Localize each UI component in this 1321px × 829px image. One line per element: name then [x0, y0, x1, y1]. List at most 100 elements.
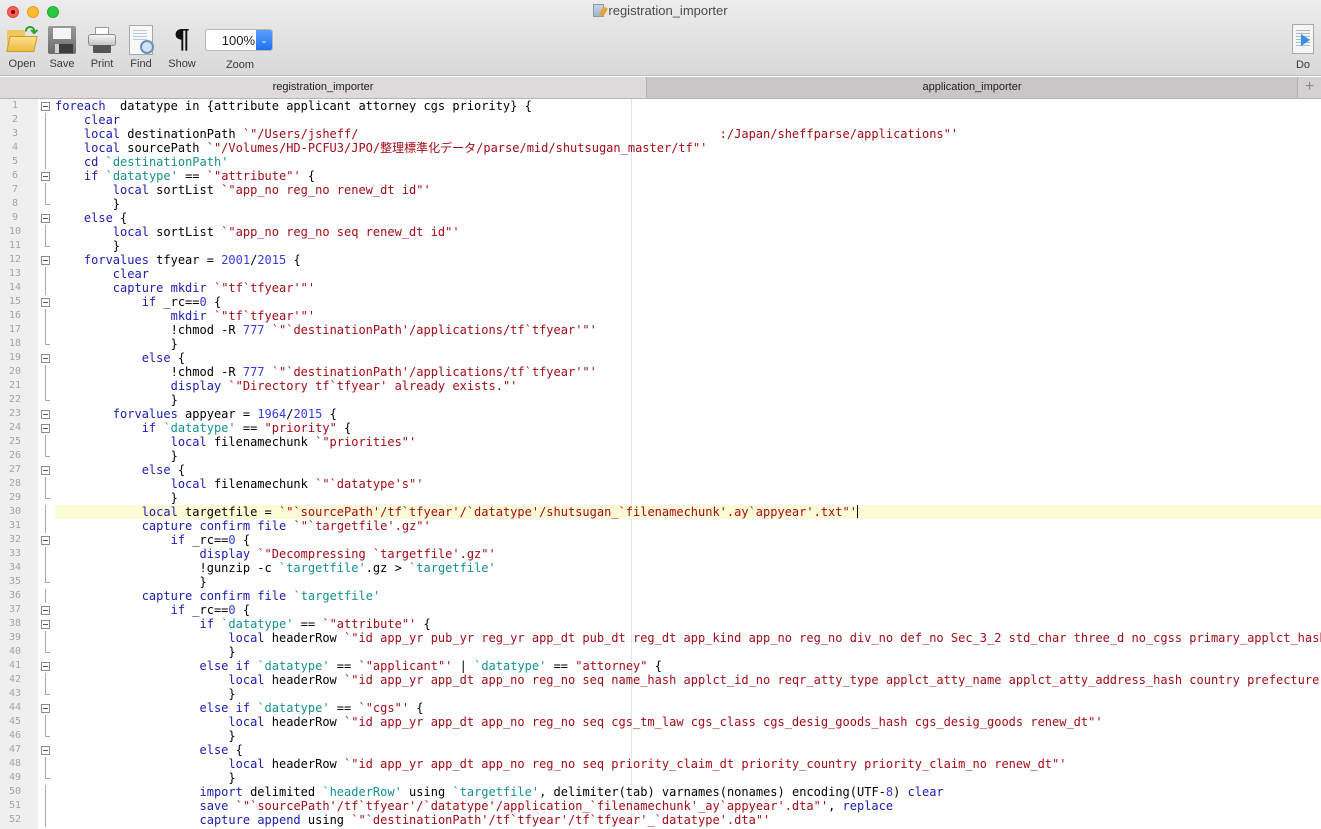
- code-line[interactable]: 48 local headerRow `"id app_yr app_dt ap…: [0, 757, 1321, 771]
- code-line[interactable]: 24 if `datatype' == "priority" {: [0, 421, 1321, 435]
- zoom-select[interactable]: 100% ⌄: [205, 29, 273, 51]
- fold-toggle-icon[interactable]: [41, 536, 50, 545]
- code-line[interactable]: 45 local headerRow `"id app_yr app_dt ap…: [0, 715, 1321, 729]
- fold-toggle-icon[interactable]: [41, 662, 50, 671]
- code-line[interactable]: 41 else if `datatype' == `"applicant"' |…: [0, 659, 1321, 673]
- code-line[interactable]: 46 }: [0, 729, 1321, 743]
- code-line[interactable]: 1 foreach datatype in {attribute applican…: [0, 99, 1321, 113]
- code-line[interactable]: 32 if _rc==0 {: [0, 533, 1321, 547]
- fold-toggle-icon[interactable]: [41, 354, 50, 363]
- code-line[interactable]: 44 else if `datatype' == `"cgs"' {: [0, 701, 1321, 715]
- line-number: 52: [8, 814, 22, 825]
- code-line[interactable]: 35 }: [0, 575, 1321, 589]
- code-line[interactable]: 50 import delimited `headerRow' using `t…: [0, 785, 1321, 799]
- code-line[interactable]: 47 else {: [0, 743, 1321, 757]
- code-line[interactable]: 33 display `"Decompressing `targetfile'.…: [0, 547, 1321, 561]
- fold-toggle-icon[interactable]: [41, 102, 50, 111]
- code-line[interactable]: 12 forvalues tfyear = 2001/2015 {: [0, 253, 1321, 267]
- code-line[interactable]: 3 local destinationPath `"/Users/jsheff/…: [0, 127, 1321, 141]
- code-text: }: [55, 645, 1321, 659]
- plain-token: _rc==: [156, 295, 200, 309]
- plain-token: }: [170, 337, 178, 351]
- tab-bar: registration_importer application_import…: [0, 77, 1321, 99]
- code-line[interactable]: 52 capture append using `"`destinationPa…: [0, 813, 1321, 827]
- open-button[interactable]: ↷ Open: [0, 24, 44, 70]
- str-token: `"`targetfile'.gz"': [293, 519, 431, 533]
- code-line[interactable]: 20 !chmod -R 777 `"`destinationPath'/app…: [0, 365, 1321, 379]
- code-line[interactable]: 17 !chmod -R 777 `"`destinationPath'/app…: [0, 323, 1321, 337]
- code-line[interactable]: 36 capture confirm file `targetfile': [0, 589, 1321, 603]
- code-editor[interactable]: 1 foreach datatype in {attribute applican…: [0, 99, 1321, 829]
- code-line[interactable]: 49 }: [0, 771, 1321, 785]
- kw-token: cd: [83, 155, 99, 169]
- code-line[interactable]: 34 !gunzip -c `targetfile'.gz > `targetf…: [0, 561, 1321, 575]
- code-line[interactable]: 8 }: [0, 197, 1321, 211]
- add-tab-button[interactable]: +: [1297, 77, 1321, 98]
- tab-application-importer[interactable]: application_importer: [646, 77, 1297, 98]
- show-button[interactable]: ¶ Show: [160, 24, 204, 70]
- code-line[interactable]: 22 }: [0, 393, 1321, 407]
- code-line[interactable]: 51 save `"`sourcePath'/tf`tfyear'/`datat…: [0, 799, 1321, 813]
- code-line[interactable]: 9 else {: [0, 211, 1321, 225]
- str-token: `"`destinationPath'/tf`tfyear'/tf`tfyear…: [351, 813, 771, 827]
- fold-toggle-icon[interactable]: [41, 704, 50, 713]
- code-line[interactable]: 11 }: [0, 239, 1321, 253]
- plain-token: }: [228, 771, 236, 785]
- fold-toggle-icon[interactable]: [41, 256, 50, 265]
- code-line[interactable]: 21 display `"Directory tf`tfyear' alread…: [0, 379, 1321, 393]
- code-line[interactable]: 5 cd `destinationPath': [0, 155, 1321, 169]
- code-text: !chmod -R 777 `"`destinationPath'/applic…: [55, 323, 1321, 337]
- num-token: 777: [242, 323, 265, 337]
- kw-token: local: [170, 477, 207, 491]
- code-line[interactable]: 16 mkdir `"tf`tfyear'"': [0, 309, 1321, 323]
- fold-toggle-icon[interactable]: [41, 466, 50, 475]
- code-line[interactable]: 19 else {: [0, 351, 1321, 365]
- code-line[interactable]: 27 else {: [0, 463, 1321, 477]
- find-button[interactable]: Find: [119, 24, 163, 70]
- code-line[interactable]: 14 capture mkdir `"tf`tfyear'"': [0, 281, 1321, 295]
- fold-toggle-icon[interactable]: [41, 172, 50, 181]
- code-text: capture append using `"`destinationPath'…: [55, 813, 1321, 827]
- code-line[interactable]: 31 capture confirm file `"`targetfile'.g…: [0, 519, 1321, 533]
- fold-toggle-icon[interactable]: [41, 620, 50, 629]
- fold-guide-line: [45, 309, 46, 323]
- code-line[interactable]: 6 if `datatype' == `"attribute"' {: [0, 169, 1321, 183]
- chevron-down-icon[interactable]: ⌄: [256, 30, 272, 50]
- do-button[interactable]: Do: [1285, 24, 1321, 71]
- code-line[interactable]: 29 }: [0, 491, 1321, 505]
- code-line[interactable]: 18 }: [0, 337, 1321, 351]
- line-number: 33: [8, 548, 22, 559]
- code-line[interactable]: 40 }: [0, 645, 1321, 659]
- code-line[interactable]: 2 clear: [0, 113, 1321, 127]
- code-line[interactable]: 13 clear: [0, 267, 1321, 281]
- code-line[interactable]: 25 local filenamechunk `"priorities"': [0, 435, 1321, 449]
- fold-toggle-icon[interactable]: [41, 214, 50, 223]
- num-token: 0: [228, 533, 236, 547]
- code-line[interactable]: 37 if _rc==0 {: [0, 603, 1321, 617]
- code-line[interactable]: 28 local filenamechunk `"`datatype's"': [0, 477, 1321, 491]
- code-line[interactable]: 42 local headerRow `"id app_yr app_dt ap…: [0, 673, 1321, 687]
- save-button[interactable]: Save: [40, 24, 84, 70]
- kw-token: local: [228, 715, 265, 729]
- code-line[interactable]: 4 local sourcePath `"/Volumes/HD-PCFU3/J…: [0, 141, 1321, 155]
- line-number: 29: [8, 492, 22, 503]
- code-line[interactable]: 38 if `datatype' == `"attribute"' {: [0, 617, 1321, 631]
- code-line[interactable]: 30 local targetfile = `"`sourcePath'/tf`…: [0, 505, 1321, 519]
- code-line[interactable]: 23 forvalues appyear = 1964/2015 {: [0, 407, 1321, 421]
- code-line[interactable]: 10 local sortList `"app_no reg_no seq re…: [0, 225, 1321, 239]
- tab-registration-importer[interactable]: registration_importer: [0, 77, 646, 98]
- code-line[interactable]: 39 local headerRow `"id app_yr pub_yr re…: [0, 631, 1321, 645]
- fold-toggle-icon[interactable]: [41, 424, 50, 433]
- code-line[interactable]: 26 }: [0, 449, 1321, 463]
- fold-toggle-icon[interactable]: [41, 298, 50, 307]
- line-number: 5: [11, 156, 19, 167]
- fold-toggle-icon[interactable]: [41, 410, 50, 419]
- str-token: `"/Volumes/HD-PCFU3/JPO/整理標準化データ/parse/m…: [206, 141, 708, 155]
- code-line[interactable]: 15 if _rc==0 {: [0, 295, 1321, 309]
- fold-toggle-icon[interactable]: [41, 746, 50, 755]
- code-line[interactable]: 43 }: [0, 687, 1321, 701]
- code-line[interactable]: 7 local sortList `"app_no reg_no renew_d…: [0, 183, 1321, 197]
- kw-token: local: [112, 225, 149, 239]
- fold-toggle-icon[interactable]: [41, 606, 50, 615]
- print-button[interactable]: Print: [80, 24, 124, 70]
